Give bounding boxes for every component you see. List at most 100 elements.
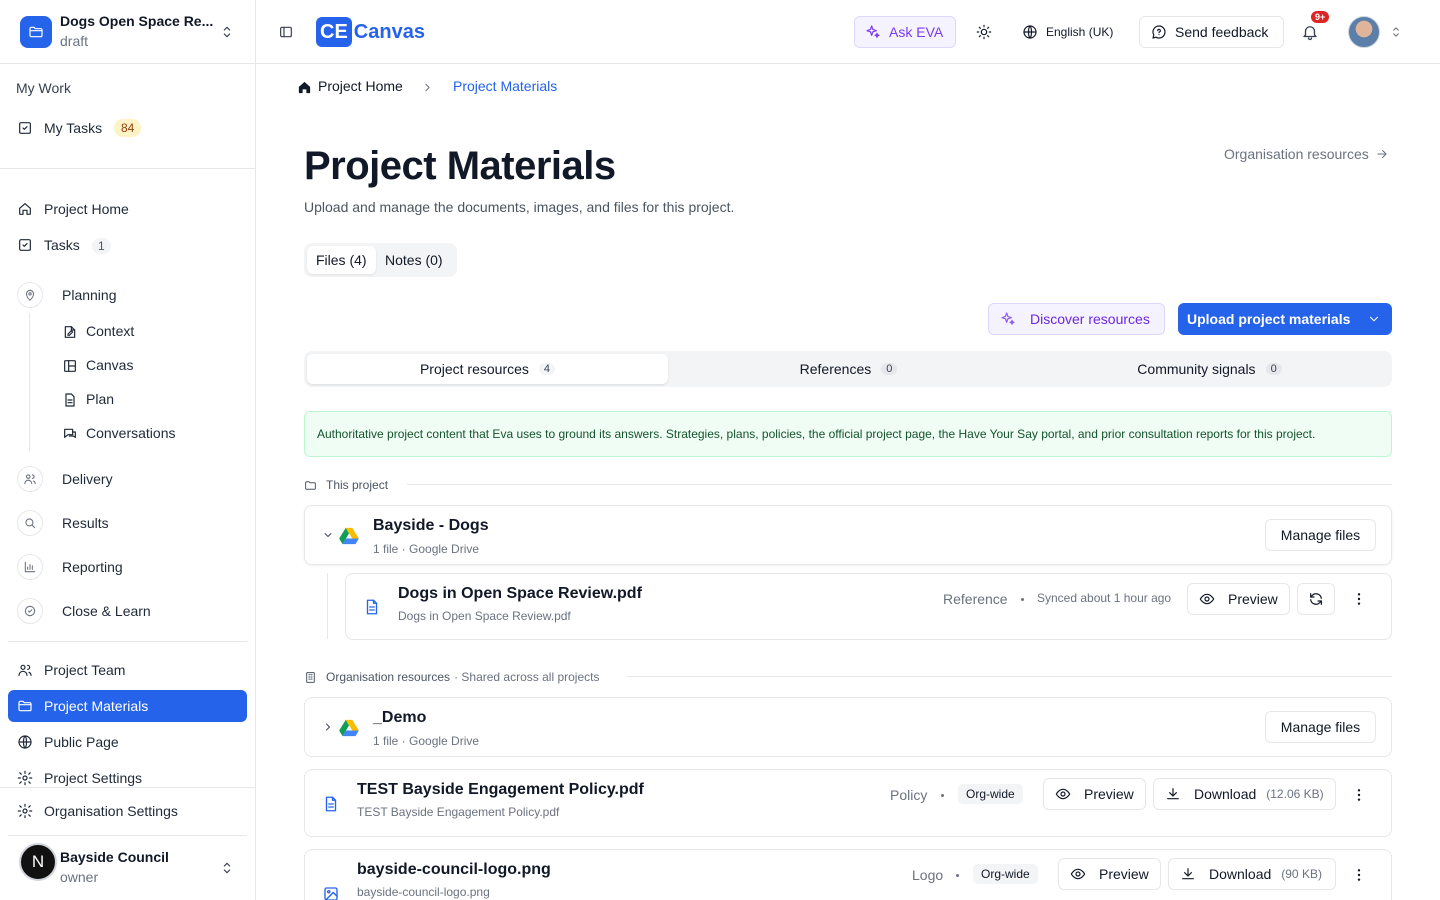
sidebar-item-results[interactable]: Results [62,515,109,531]
bell-icon[interactable] [1301,23,1319,41]
ask-eva-button[interactable]: Ask EVA [854,16,956,48]
tree-line [29,313,30,451]
my-tasks-count-badge: 84 [114,119,142,137]
refresh-icon [1310,593,1322,605]
tab-files[interactable]: Files (4) [307,246,376,274]
resource-tabs: Project resources 4 References 0 Community… [304,351,1392,387]
file-category: Policy [890,787,928,803]
sparkles-icon [866,25,880,38]
sidebar-item-project-team[interactable]: Project Team [8,654,247,686]
discover-resources-button[interactable]: Discover resources [988,303,1165,335]
chevron-right-icon[interactable] [322,721,334,733]
preview-button[interactable]: Preview [1187,583,1290,615]
chevrons-up-down-icon [219,24,235,40]
breadcrumb-home[interactable]: Project Home [318,78,403,94]
org-wide-badge: Org-wide [973,864,1038,884]
app-logo[interactable]: CE Canvas [316,16,425,48]
gear-icon [17,770,33,786]
notifications-badge: 9+ [1311,11,1330,23]
eye-icon [1070,868,1086,880]
files-notes-toggle: Files (4) Notes (0) [304,243,457,277]
image-icon [322,885,340,900]
download-icon [1167,788,1179,800]
page-title: Project Materials [304,144,616,188]
tab-community-signals[interactable]: Community signals 0 [1029,354,1390,384]
preview-button[interactable]: Preview [1058,858,1161,890]
preview-button[interactable]: Preview [1043,778,1146,810]
org-name: Bayside Council [60,849,169,865]
chevron-down-icon [1369,316,1379,322]
file-title[interactable]: TEST Bayside Engagement Policy.pdf [357,781,644,799]
folder-card: Bayside - Dogs 1 file · Google Drive Man… [304,505,1392,565]
folder-meta: 1 file · Google Drive [373,734,480,748]
folder-meta: 1 file · Google Drive [373,542,480,556]
document-icon [65,393,75,407]
user-avatar[interactable] [1348,16,1380,48]
sidebar-item-tasks[interactable]: Tasks [8,229,247,261]
file-title[interactable]: bayside-council-logo.png [357,861,551,879]
sidebar-item-project-settings[interactable]: Project Settings [8,762,247,794]
divider [0,168,255,169]
bar-chart-icon [17,554,43,580]
tab-project-resources[interactable]: Project resources 4 [307,354,668,384]
google-drive-icon [339,527,359,545]
search-icon [17,510,43,536]
org-wide-badge: Org-wide [958,784,1023,804]
users-icon [18,664,32,676]
file-row: Dogs in Open Space Review.pdf Dogs in Op… [345,573,1392,640]
manage-files-button[interactable]: Manage files [1265,711,1376,743]
divider [8,835,247,836]
chevrons-up-down-icon [219,860,235,876]
sidebar-toggle-icon[interactable] [278,24,294,40]
home-icon [19,203,31,215]
layout-icon [64,360,76,372]
sidebar-item-delivery[interactable]: Delivery [62,471,113,487]
document-icon [322,795,340,813]
globe-icon [18,735,32,749]
map-pin-icon [17,282,43,308]
sync-button[interactable] [1297,583,1335,615]
chevron-down-icon[interactable] [322,529,334,541]
manage-files-button[interactable]: Manage files [1265,519,1376,551]
sidebar-item-label: Tasks [44,237,80,253]
sidebar-item-reporting[interactable]: Reporting [62,559,123,575]
language-selector[interactable]: English (UK) [1012,16,1124,48]
eye-icon [1199,593,1215,605]
tab-notes[interactable]: Notes (0) [376,246,452,274]
download-button[interactable]: Download (12.06 KB) [1153,778,1336,810]
tab-references[interactable]: References 0 [668,354,1029,384]
folder-icon [305,480,316,490]
folder-card: _Demo 1 file · Google Drive Manage files [304,697,1392,757]
sidebar-item-project-materials[interactable]: Project Materials [8,690,247,722]
sidebar-item-planning[interactable]: Planning [62,287,117,303]
download-button[interactable]: Download (90 KB) [1168,858,1336,890]
send-feedback-button[interactable]: Send feedback [1139,16,1284,48]
sidebar-item-organisation-settings[interactable]: Organisation Settings [8,795,247,827]
divider [407,484,1392,485]
sidebar-item-public-page[interactable]: Public Page [8,726,247,758]
users-icon [17,466,43,492]
file-title[interactable]: Dogs in Open Space Review.pdf [398,585,642,603]
separator-dot [941,794,944,797]
sidebar: Dogs Open Space Re... draft My Work My T… [0,0,256,900]
sidebar-item-close-learn[interactable]: Close & Learn [62,603,151,619]
project-status: draft [60,33,89,49]
separator-dot [956,874,959,877]
sync-status: Synced about 1 hour ago [1037,591,1172,605]
globe-icon [1023,25,1037,39]
more-vertical-icon[interactable] [1351,867,1367,883]
divider [0,787,255,788]
sidebar-item-label: My Tasks [44,120,103,136]
chevrons-up-down-icon[interactable] [1389,25,1403,39]
section-org-resources: Organisation resources · Shared across a… [304,670,599,684]
project-switcher[interactable]: Dogs Open Space Re... draft [0,0,255,64]
sidebar-item-project-home[interactable]: Project Home [8,193,247,225]
upload-project-materials-button[interactable]: Upload project materials [1178,303,1392,335]
more-vertical-icon[interactable] [1351,591,1367,607]
more-vertical-icon[interactable] [1351,787,1367,803]
org-avatar: N [19,843,57,881]
organisation-resources-link[interactable]: Organisation resources [1224,146,1389,162]
my-work-label: My Work [16,80,71,96]
sun-icon[interactable] [976,24,992,40]
file-category: Logo [912,867,944,883]
